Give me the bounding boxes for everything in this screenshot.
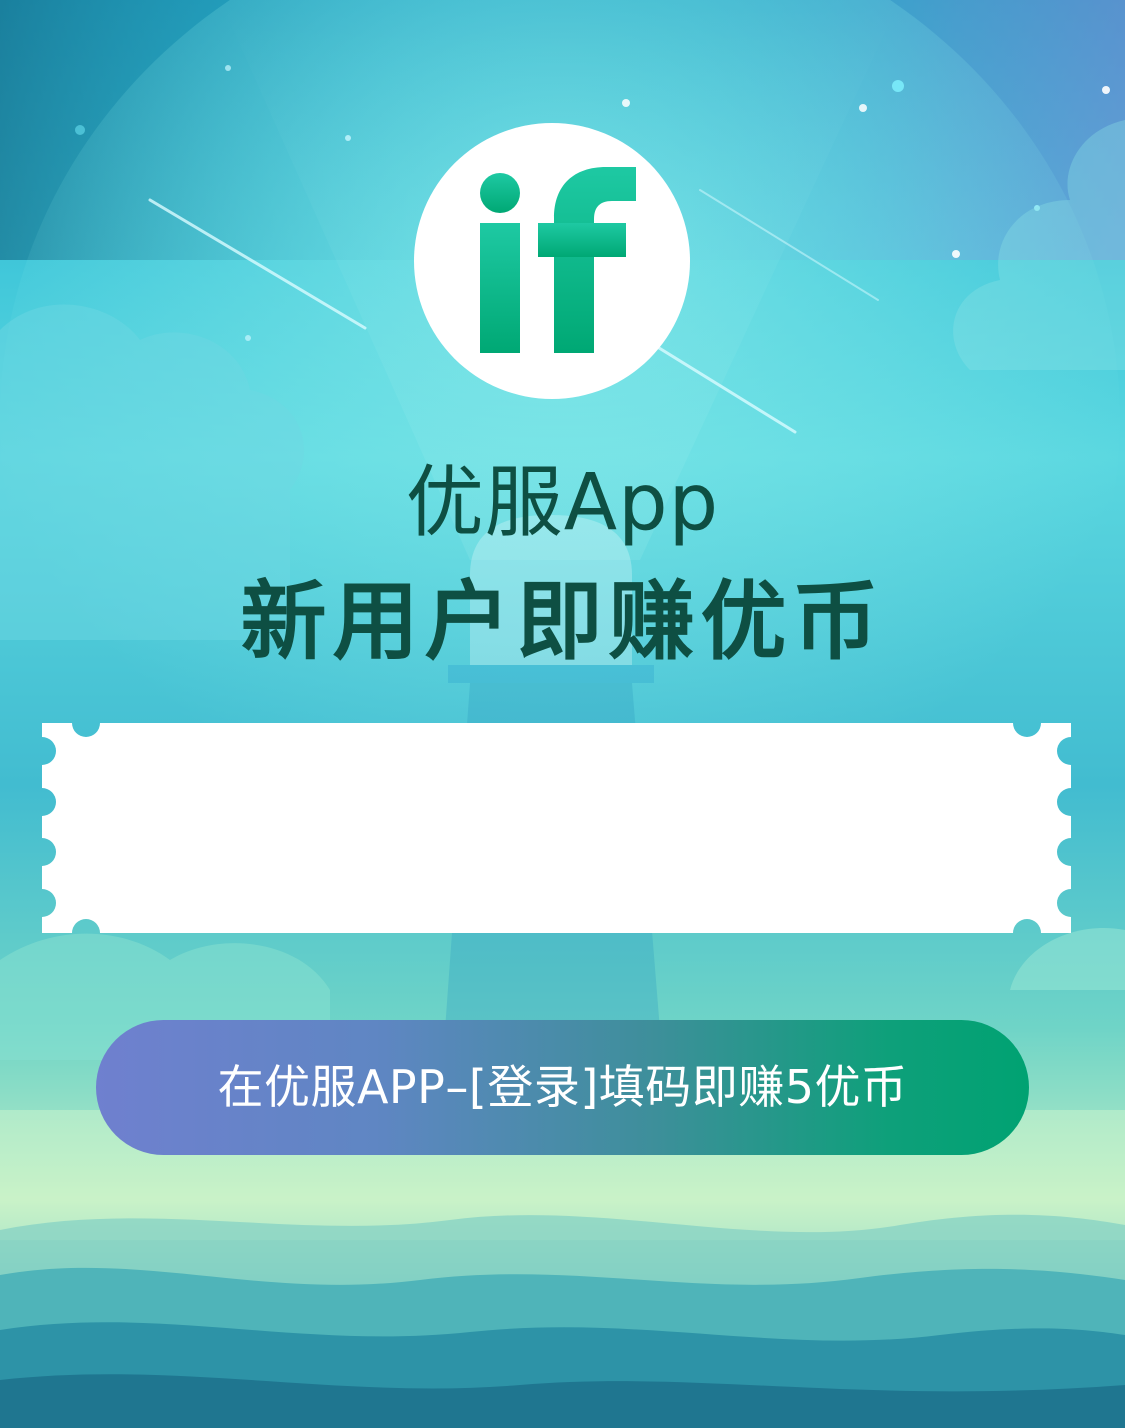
invite-code-ticket <box>42 723 1071 933</box>
invite-code-value <box>102 783 1011 873</box>
headline: 新用户即赚优币 <box>240 572 885 672</box>
login-enter-code-button[interactable]: 在优服APP–[登录]填码即赚5优币 <box>96 1020 1029 1155</box>
if-logo-icon <box>414 123 690 399</box>
app-name-heading: 优服App <box>405 458 720 548</box>
invite-page: 优服App 新用户即赚优币 在优服APP–[登录]填码即赚5优币 <box>0 0 1125 1428</box>
